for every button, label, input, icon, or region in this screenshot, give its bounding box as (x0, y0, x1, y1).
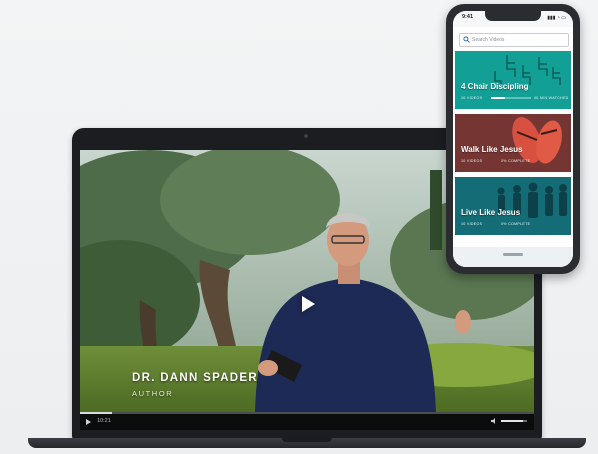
speaker-name: DR. DANN SPADER (132, 372, 258, 384)
series-card-walk-like-jesus[interactable]: Walk Like Jesus 10 VIDEOS 0% COMPLETE (455, 114, 571, 172)
current-time: 10:21 (97, 418, 111, 424)
home-indicator (503, 253, 523, 256)
card-status: 0% COMPLETE (501, 159, 531, 163)
status-icons: ▮▮▮ ◔ ▭ (547, 15, 566, 21)
card-meta: 10 VIDEOS 0% COMPLETE (461, 222, 530, 226)
volume-icon[interactable] (490, 417, 498, 425)
play-icon[interactable] (302, 296, 315, 312)
card-progress-fill (491, 97, 505, 99)
card-title: 4 Chair Discipling (461, 82, 529, 91)
card-meta: 10 VIDEOS 0% COMPLETE (461, 159, 530, 163)
series-card-live-like-jesus[interactable]: Live Like Jesus 10 VIDEOS 0% COMPLETE (455, 177, 571, 235)
speaker-role: AUTHOR (132, 389, 174, 398)
card-meta: 10 VIDEOS 40 MIN WATCHED (461, 96, 568, 100)
card-progress-bar (491, 97, 531, 99)
card-status: 40 MIN WATCHED (534, 96, 569, 100)
progress-bar[interactable] (80, 412, 534, 414)
volume-slider[interactable] (501, 420, 527, 422)
search-icon (463, 36, 470, 43)
chairs-art-icon (455, 51, 571, 109)
phone: 9:41 ▮▮▮ ◔ ▭ 4 Cha (446, 4, 580, 274)
next-card-peek[interactable] (453, 247, 573, 267)
card-title: Walk Like Jesus (461, 145, 523, 154)
search-input[interactable] (472, 34, 564, 46)
laptop-base (28, 438, 586, 448)
laptop-notch (282, 438, 332, 442)
series-card-4-chair-discipling[interactable]: 4 Chair Discipling 10 VIDEOS 40 MIN WATC… (455, 51, 571, 109)
card-video-count: 10 VIDEOS (461, 96, 483, 100)
card-title: Live Like Jesus (461, 208, 521, 217)
search-bar[interactable] (459, 33, 569, 47)
volume-fill (501, 420, 524, 422)
laptop-camera (304, 134, 308, 138)
card-video-count: 10 VIDEOS (461, 222, 483, 226)
status-time: 9:41 (462, 14, 474, 20)
play-pause-icon[interactable] (86, 419, 91, 425)
people-art-icon (455, 177, 571, 235)
card-status: 0% COMPLETE (501, 222, 531, 226)
phone-screen: 9:41 ▮▮▮ ◔ ▭ 4 Cha (453, 11, 573, 267)
sandals-art-icon (455, 114, 571, 172)
video-controls: 10:21 (80, 412, 534, 430)
card-video-count: 10 VIDEOS (461, 159, 483, 163)
progress-fill (80, 412, 112, 414)
phone-notch (485, 11, 541, 21)
